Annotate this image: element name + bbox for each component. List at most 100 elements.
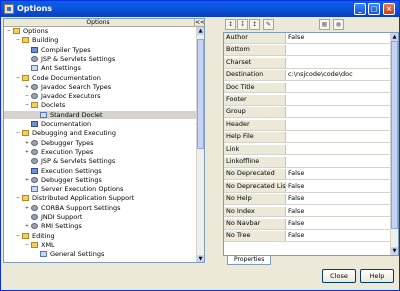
- property-name: No Help: [224, 194, 286, 204]
- sort-unsorted-icon[interactable]: ↕: [225, 19, 236, 30]
- tree-item[interactable]: + Debugger Settings: [4, 176, 196, 184]
- scroll-down-arrow-icon[interactable]: ▼: [197, 255, 204, 262]
- help-bulb-icon[interactable]: ●: [333, 19, 344, 30]
- property-row[interactable]: Charset: [224, 57, 390, 69]
- expand-icon[interactable]: +: [24, 205, 30, 211]
- tree-item-label: General Settings: [50, 250, 105, 259]
- tree-item[interactable]: JSP & Servlets Settings: [4, 157, 196, 165]
- expand-icon[interactable]: +: [24, 149, 30, 155]
- expand-icon[interactable]: +: [24, 223, 30, 229]
- tree-item[interactable]: JSP & Servlets Settings: [4, 55, 196, 63]
- property-value[interactable]: [288, 95, 388, 105]
- property-value[interactable]: [288, 145, 388, 155]
- tree-item[interactable]: − Options: [4, 27, 196, 35]
- tree-item[interactable]: Standard Doclet: [4, 110, 196, 121]
- property-row[interactable]: Header: [224, 119, 390, 131]
- property-row[interactable]: Link: [224, 144, 390, 156]
- property-value[interactable]: [288, 120, 388, 130]
- sort-by-name-icon[interactable]: ↧: [237, 19, 248, 30]
- collapse-icon[interactable]: −: [24, 242, 30, 248]
- collapse-icon[interactable]: −: [15, 233, 21, 239]
- property-row[interactable]: Doc Title: [224, 82, 390, 94]
- collapse-icon[interactable]: −: [15, 195, 21, 201]
- tree-item[interactable]: + Debugger Types: [4, 139, 196, 147]
- property-row[interactable]: No Navbar False: [224, 219, 390, 230]
- property-value[interactable]: False: [288, 182, 388, 192]
- tree-item[interactable]: − Code Documentation: [4, 74, 196, 82]
- scroll-up-arrow-icon[interactable]: ▲: [391, 33, 398, 41]
- tree-item-label: Documentation: [41, 120, 92, 128]
- tree-item[interactable]: + Execution Types: [4, 148, 196, 156]
- scrollbar-thumb[interactable]: [197, 39, 204, 149]
- collapse-panel-button[interactable]: <<: [194, 19, 204, 26]
- property-value[interactable]: [288, 45, 388, 55]
- property-value[interactable]: [288, 107, 388, 117]
- tree-item[interactable]: − Distributed Application Support: [4, 194, 196, 202]
- tree-scrollbar[interactable]: ▲ ▼: [196, 27, 204, 262]
- scroll-down-arrow-icon[interactable]: ▼: [391, 247, 398, 255]
- property-value[interactable]: False: [288, 33, 388, 43]
- property-value[interactable]: [288, 83, 388, 93]
- expand-icon[interactable]: +: [24, 177, 30, 183]
- help-button[interactable]: Help: [360, 269, 394, 283]
- tree-item[interactable]: General Settings: [4, 250, 196, 258]
- customize-icon[interactable]: ■: [319, 19, 330, 30]
- minimize-button[interactable]: _: [354, 3, 366, 15]
- collapse-icon[interactable]: −: [15, 37, 21, 43]
- property-row[interactable]: Linkoffline: [224, 157, 390, 168]
- tree-item[interactable]: − Javadoc Executors: [4, 92, 196, 100]
- property-row[interactable]: No Tree False: [224, 231, 390, 243]
- property-row[interactable]: No Deprecated False: [224, 169, 390, 181]
- collapse-icon[interactable]: −: [24, 93, 30, 99]
- property-row[interactable]: Destination c:\nsjcode\code\doc: [224, 70, 390, 81]
- property-value[interactable]: [288, 58, 388, 68]
- property-value[interactable]: False: [288, 207, 388, 217]
- property-row[interactable]: Footer: [224, 95, 390, 106]
- folder-icon: [22, 232, 29, 239]
- property-value[interactable]: False: [288, 231, 388, 241]
- property-scrollbar[interactable]: ▲ ▼: [390, 33, 398, 255]
- property-row[interactable]: No Help False: [224, 194, 390, 205]
- tree-item[interactable]: − Doclets: [4, 101, 196, 109]
- sort-by-type-icon[interactable]: ↥: [249, 19, 260, 30]
- property-value[interactable]: False: [288, 194, 388, 204]
- property-row[interactable]: Author False: [224, 33, 390, 44]
- property-row[interactable]: Group: [224, 107, 390, 119]
- tree-item[interactable]: − Debugging and Executing: [4, 129, 196, 137]
- property-value[interactable]: [288, 157, 388, 167]
- property-value[interactable]: False: [288, 169, 388, 179]
- tree-item[interactable]: Documentation: [4, 119, 196, 130]
- property-value[interactable]: c:\nsjcode\code\doc: [288, 70, 388, 80]
- collapse-icon[interactable]: −: [6, 28, 12, 34]
- expand-icon[interactable]: +: [24, 84, 30, 90]
- show-editable-icon[interactable]: ✎: [263, 19, 274, 30]
- tree-item[interactable]: − Editing: [4, 232, 196, 240]
- property-value[interactable]: False: [288, 219, 388, 229]
- collapse-icon[interactable]: −: [24, 102, 30, 108]
- tree-item[interactable]: + RMI Settings: [4, 222, 196, 230]
- property-row[interactable]: No Deprecated List False: [224, 181, 390, 193]
- tree-item[interactable]: − XML: [4, 241, 196, 249]
- tree-item[interactable]: Ant Settings: [4, 64, 196, 72]
- property-row[interactable]: Help File: [224, 132, 390, 143]
- tree-item[interactable]: JNDI Support: [4, 213, 196, 221]
- scroll-up-arrow-icon[interactable]: ▲: [197, 27, 204, 35]
- property-value[interactable]: [288, 132, 388, 142]
- tree-item[interactable]: Compiler Types: [4, 46, 196, 54]
- close-window-button[interactable]: ×: [383, 3, 395, 15]
- title-bar[interactable]: Options _ □ ×: [1, 1, 399, 17]
- maximize-button[interactable]: □: [368, 3, 380, 15]
- collapse-icon[interactable]: −: [15, 75, 21, 81]
- tree-item[interactable]: Server Execution Options: [4, 185, 196, 193]
- tree-item[interactable]: Execution Settings: [4, 167, 196, 175]
- tree-item[interactable]: + Javadoc Search Types: [4, 83, 196, 91]
- scrollbar-thumb[interactable]: [391, 41, 398, 229]
- tree-item[interactable]: − Building: [4, 36, 196, 44]
- tab-properties[interactable]: Properties: [227, 256, 272, 265]
- close-button[interactable]: Close: [322, 269, 356, 283]
- property-row[interactable]: Bottom: [224, 45, 390, 57]
- expand-icon[interactable]: +: [24, 140, 30, 146]
- tree-item[interactable]: + CORBA Support Settings: [4, 204, 196, 212]
- property-row[interactable]: No Index False: [224, 206, 390, 218]
- collapse-icon[interactable]: −: [15, 130, 21, 136]
